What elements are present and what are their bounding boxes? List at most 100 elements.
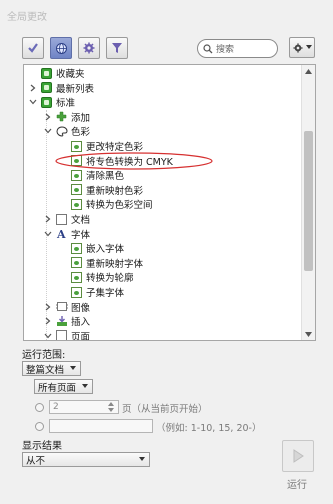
checkmark-button[interactable] [22, 37, 44, 59]
tree-item[interactable]: 收藏夹 [41, 66, 85, 80]
svg-text:A: A [56, 228, 66, 239]
tree-twisty[interactable] [43, 112, 53, 122]
show-results-dropdown[interactable]: 从不 [22, 452, 150, 467]
tree-twisty[interactable] [43, 302, 53, 312]
tree-item-label: 重新映射色彩 [86, 185, 144, 197]
tree-scrollbar[interactable] [301, 65, 315, 340]
chevron-down-icon[interactable] [44, 127, 52, 135]
chevron-up-icon [305, 68, 312, 74]
tree-item[interactable]: 嵌入字体 [71, 241, 124, 255]
globe-icon [55, 42, 67, 54]
options-menu-button[interactable] [289, 37, 315, 58]
gear-icon [83, 42, 95, 54]
tree-item-label: 重新映射字体 [86, 258, 144, 270]
tree-item[interactable]: 重新映射色彩 [71, 183, 143, 197]
tree-item[interactable]: 转换为轮廓 [71, 270, 134, 284]
action-icon [71, 184, 82, 196]
tree-item[interactable]: 清除黑色 [71, 168, 124, 182]
palette-icon [56, 126, 68, 137]
chevron-right-icon[interactable] [29, 84, 37, 92]
search-placeholder: 搜索 [216, 45, 235, 55]
tree-item[interactable]: 标准 [41, 95, 75, 109]
scrollbar-thumb[interactable] [304, 131, 313, 271]
tree-item-label: 嵌入字体 [86, 244, 125, 256]
tree-item[interactable]: 重新映射字体 [71, 256, 143, 270]
search-field[interactable]: 搜索 [197, 39, 278, 58]
tree-twisty[interactable] [28, 97, 38, 107]
spinner-arrows-icon[interactable] [108, 402, 114, 412]
tree-item-label: 标准 [56, 98, 76, 110]
range-example-text: （例如: 1-10, 15, 20-） [156, 423, 262, 434]
chevron-down-icon [70, 366, 76, 370]
tree-twisty[interactable] [43, 229, 53, 239]
search-icon [203, 43, 213, 53]
tree-item[interactable]: 插入 [56, 314, 90, 328]
chevron-down-icon [139, 457, 145, 461]
scope-value: 整篇文档 [26, 364, 65, 376]
action-icon [71, 257, 82, 269]
chevron-down-icon[interactable] [44, 230, 52, 238]
tree-item[interactable]: 文档 [56, 212, 90, 226]
action-set-icon [41, 82, 52, 94]
scroll-up-arrow[interactable] [302, 65, 315, 77]
show-results-value: 从不 [26, 455, 46, 467]
scroll-down-arrow[interactable] [302, 328, 315, 340]
custom-range-radio[interactable] [35, 422, 44, 431]
tree-item[interactable]: 色彩 [56, 124, 90, 138]
action-tree[interactable]: 收藏夹 最新列表 标准 添加 色彩 更改特定色彩 将专色转换为 CMYK 清除黑色 重新映射色彩… [23, 64, 316, 341]
tree-item-label: 清除黑色 [86, 171, 125, 183]
tree-item-label: 字体 [71, 229, 91, 241]
tree-item-label: 转换为色彩空间 [86, 200, 153, 212]
play-icon [293, 449, 304, 463]
chevron-down-icon[interactable] [44, 332, 52, 340]
tree-item[interactable]: 最新列表 [41, 81, 94, 95]
chevron-right-icon[interactable] [44, 303, 52, 311]
settings-button[interactable] [78, 37, 100, 59]
tree-item-label: 添加 [71, 112, 91, 124]
chevron-right-icon[interactable] [44, 113, 52, 121]
chevron-right-icon[interactable] [44, 317, 52, 325]
pages-dropdown[interactable]: 所有页面 [34, 379, 93, 394]
checkmark-icon [28, 43, 38, 53]
run-range-label: 运行范围: [22, 350, 66, 361]
tree-item-label: 最新列表 [56, 83, 95, 95]
tree-item-label: 页面 [71, 331, 91, 341]
tree-item[interactable]: A 字体 [56, 227, 90, 241]
action-icon [71, 286, 82, 298]
tree-twisty[interactable] [43, 126, 53, 136]
tree-item[interactable]: 页面 [56, 329, 91, 341]
page-spinner-value: 2 [53, 402, 59, 412]
tree-item-label: 图像 [71, 302, 91, 314]
action-icon [71, 271, 82, 283]
tree-item[interactable]: 转换为色彩空间 [71, 197, 153, 211]
scope-dropdown[interactable]: 整篇文档 [22, 361, 81, 376]
tree-item-label: 插入 [71, 317, 91, 329]
tree-item[interactable]: 添加 [56, 110, 90, 124]
tree-item-label: 收藏夹 [56, 69, 85, 80]
tree-item[interactable]: 图像 [56, 300, 90, 314]
custom-range-input[interactable] [49, 419, 153, 433]
run-button-label: 运行 [287, 480, 307, 491]
globe-button[interactable] [50, 37, 72, 59]
chevron-right-icon[interactable] [44, 215, 52, 223]
tree-twisty[interactable] [43, 316, 53, 326]
panel-title: 全局更改 [7, 12, 47, 23]
tree-twisty[interactable] [28, 83, 38, 93]
from-current-page-text: 页（从当前页开始） [122, 404, 208, 415]
tree-item-label: 文档 [71, 215, 91, 226]
page-range-radio[interactable] [35, 403, 44, 412]
filter-button[interactable] [106, 37, 128, 59]
run-button[interactable] [282, 440, 314, 472]
insert-icon [56, 315, 67, 327]
pages-value: 所有页面 [38, 382, 77, 394]
tree-item[interactable]: 子集字体 [71, 285, 124, 299]
funnel-icon [112, 43, 122, 53]
gear-icon [292, 42, 303, 53]
tree-twisty[interactable] [43, 331, 53, 340]
page-spinner[interactable]: 2 [49, 400, 119, 414]
chevron-down-icon[interactable] [29, 98, 37, 106]
tree-twisty[interactable] [43, 214, 53, 224]
action-icon [71, 198, 82, 210]
plus-icon [56, 111, 67, 122]
document-icon [56, 330, 67, 340]
